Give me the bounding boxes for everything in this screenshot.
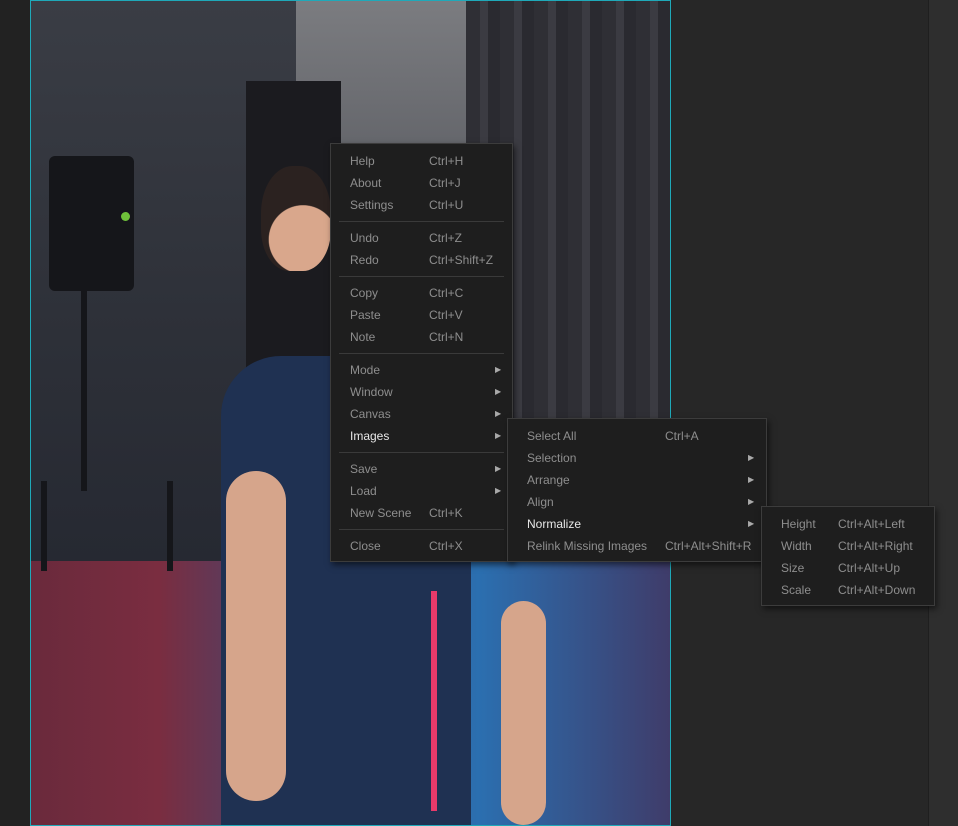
menu-separator [339,276,504,277]
menu-item-shortcut: Ctrl+Alt+Right [838,539,913,553]
menu-item-label: Redo [350,253,379,267]
menu-item-label: Images [350,429,390,443]
menu-separator [339,353,504,354]
menu-item-shortcut: Ctrl+Alt+Left [838,517,905,531]
menu-item-images[interactable]: Images ▶ [331,425,512,447]
menu-item-label: Size [781,561,805,575]
menu-item-label: Normalize [527,517,582,531]
menu-item-shortcut: Ctrl+Alt+Down [838,583,916,597]
menu-item-align[interactable]: Align ▶ [508,491,766,513]
menu-item-label: Width [781,539,812,553]
menu-item-label: About [350,176,382,190]
chevron-right-icon: ▶ [495,387,502,396]
menu-separator [339,452,504,453]
context-menu-main: Help Ctrl+H About Ctrl+J Settings Ctrl+U… [330,143,513,562]
menu-separator [339,221,504,222]
menu-item-label: Selection [527,451,577,465]
menu-item-label: Align [527,495,554,509]
menu-item-window[interactable]: Window ▶ [331,381,512,403]
menu-item-label: Load [350,484,377,498]
chevron-right-icon: ▶ [748,519,755,528]
menu-item-relink-missing-images[interactable]: Relink Missing Images Ctrl+Alt+Shift+R [508,535,766,557]
menu-item-label: Close [350,539,381,553]
menu-item-shortcut: Ctrl+Alt+Shift+R [665,539,752,553]
menu-item-close[interactable]: Close Ctrl+X [331,535,512,557]
menu-item-label: Settings [350,198,394,212]
menu-item-normalize[interactable]: Normalize ▶ [508,513,766,535]
menu-item-shortcut: Ctrl+U [429,198,464,212]
menu-item-label: Scale [781,583,812,597]
photo-speaker-led [121,212,130,221]
left-panel [0,0,30,826]
chevron-right-icon: ▶ [495,464,502,473]
menu-item-settings[interactable]: Settings Ctrl+U [331,194,512,216]
chevron-right-icon: ▶ [748,497,755,506]
menu-item-undo[interactable]: Undo Ctrl+Z [331,227,512,249]
chevron-right-icon: ▶ [495,486,502,495]
menu-item-canvas[interactable]: Canvas ▶ [331,403,512,425]
menu-item-shortcut: Ctrl+Shift+Z [429,253,494,267]
menu-item-selection[interactable]: Selection ▶ [508,447,766,469]
menu-item-shortcut: Ctrl+X [429,539,463,553]
menu-item-shortcut: Ctrl+Alt+Up [838,561,901,575]
chevron-right-icon: ▶ [495,409,502,418]
menu-item-note[interactable]: Note Ctrl+N [331,326,512,348]
photo-speaker-pole [81,291,87,491]
menu-item-label: Arrange [527,473,570,487]
menu-item-shortcut: Ctrl+Z [429,231,462,245]
menu-item-shortcut: Ctrl+V [429,308,463,322]
menu-item-arrange[interactable]: Arrange ▶ [508,469,766,491]
menu-item-label: Select All [527,429,577,443]
chevron-right-icon: ▶ [748,453,755,462]
photo-person-arm-right [501,601,546,825]
photo-person-arm-left [226,471,286,801]
photo-person-head [261,166,331,271]
menu-item-label: Mode [350,363,381,377]
menu-item-label: Relink Missing Images [527,539,648,553]
chevron-right-icon: ▶ [495,365,502,374]
menu-item-shortcut: Ctrl+N [429,330,464,344]
photo-speaker [49,156,134,291]
menu-item-save[interactable]: Save ▶ [331,458,512,480]
menu-item-label: Height [781,517,816,531]
menu-item-label: Window [350,385,393,399]
menu-item-mode[interactable]: Mode ▶ [331,359,512,381]
context-menu-normalize: Height Ctrl+Alt+Left Width Ctrl+Alt+Righ… [761,506,935,606]
menu-item-label: Help [350,154,375,168]
menu-item-about[interactable]: About Ctrl+J [331,172,512,194]
photo-dress-stripe [431,591,437,811]
menu-item-shortcut: Ctrl+A [665,429,699,443]
menu-item-shortcut: Ctrl+H [429,154,464,168]
menu-item-width[interactable]: Width Ctrl+Alt+Right [762,535,934,557]
menu-item-label: New Scene [350,506,412,520]
menu-item-new-scene[interactable]: New Scene Ctrl+K [331,502,512,524]
chevron-right-icon: ▶ [748,475,755,484]
right-scrollbar[interactable] [928,0,958,826]
menu-item-label: Paste [350,308,381,322]
menu-item-label: Copy [350,286,379,300]
menu-item-label: Canvas [350,407,391,421]
photo-tripod-legs [41,481,173,571]
menu-item-label: Undo [350,231,379,245]
chevron-right-icon: ▶ [495,431,502,440]
menu-separator [339,529,504,530]
menu-item-select-all[interactable]: Select All Ctrl+A [508,425,766,447]
menu-item-copy[interactable]: Copy Ctrl+C [331,282,512,304]
menu-item-shortcut: Ctrl+C [429,286,464,300]
menu-item-label: Note [350,330,376,344]
menu-item-label: Save [350,462,378,476]
menu-item-help[interactable]: Help Ctrl+H [331,150,512,172]
menu-item-load[interactable]: Load ▶ [331,480,512,502]
right-panel [672,0,928,826]
menu-item-paste[interactable]: Paste Ctrl+V [331,304,512,326]
menu-item-size[interactable]: Size Ctrl+Alt+Up [762,557,934,579]
menu-item-shortcut: Ctrl+K [429,506,463,520]
menu-item-redo[interactable]: Redo Ctrl+Shift+Z [331,249,512,271]
menu-item-height[interactable]: Height Ctrl+Alt+Left [762,513,934,535]
menu-item-scale[interactable]: Scale Ctrl+Alt+Down [762,579,934,601]
menu-item-shortcut: Ctrl+J [429,176,461,190]
context-menu-images: Select All Ctrl+A Selection ▶ Arrange ▶ … [507,418,767,562]
